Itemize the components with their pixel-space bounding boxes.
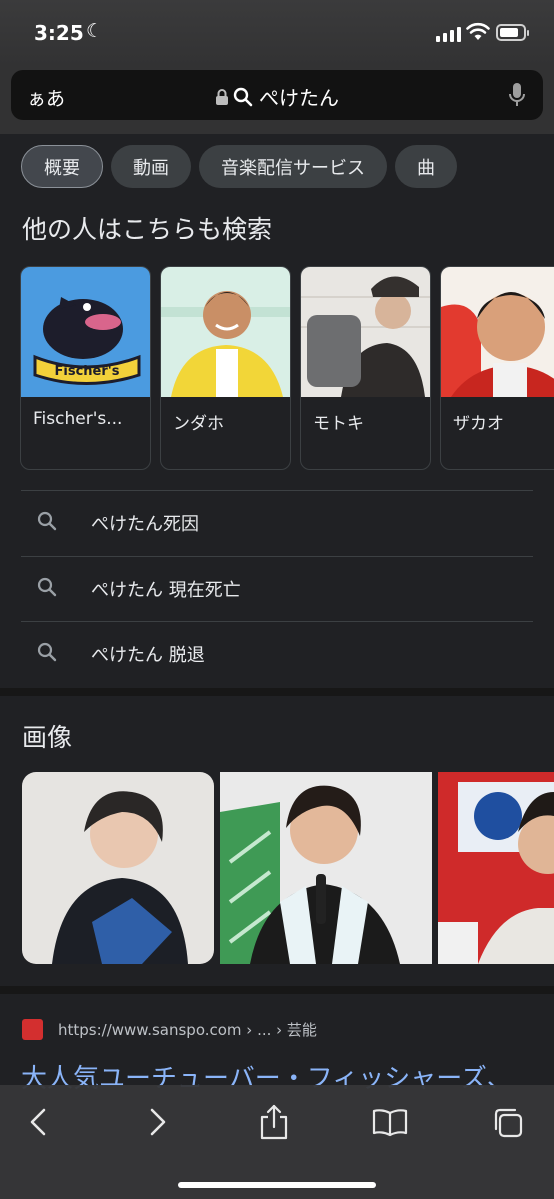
chip-songs[interactable]: 曲 bbox=[395, 145, 457, 188]
share-icon[interactable] bbox=[258, 1103, 290, 1141]
person-card[interactable]: ザカオ bbox=[440, 266, 554, 470]
moon-icon: ☾ bbox=[86, 20, 104, 42]
status-bar: 3:25 ☾ bbox=[0, 0, 554, 66]
microphone-icon[interactable] bbox=[509, 82, 525, 108]
people-carousel: Fischer's Fischer's... ンダホ モトキ ザカオ bbox=[20, 266, 554, 470]
person-photo bbox=[22, 772, 214, 964]
section-divider bbox=[0, 986, 554, 994]
bookmarks-icon[interactable] bbox=[372, 1107, 408, 1137]
tabs-icon[interactable] bbox=[492, 1107, 524, 1139]
related-searches: ぺけたん死因 ぺけたん 現在死亡 ぺけたん 脱退 bbox=[21, 490, 533, 687]
image-result[interactable] bbox=[220, 772, 432, 964]
search-filter-chips: 概要 動画 音楽配信サービス 曲 bbox=[21, 145, 457, 188]
wifi-icon bbox=[466, 22, 490, 40]
person-name: ンダホ bbox=[173, 414, 224, 434]
related-search-item[interactable]: ぺけたん死因 bbox=[21, 490, 533, 556]
section-divider bbox=[0, 688, 554, 696]
site-favicon bbox=[22, 1019, 43, 1040]
search-icon bbox=[233, 87, 253, 106]
result-url[interactable]: https://www.sanspo.com › ... › 芸能 bbox=[58, 1019, 317, 1040]
person-photo bbox=[220, 772, 432, 964]
browser-address-area: ぁあ ぺけたん bbox=[0, 66, 554, 134]
person-name: ザカオ bbox=[453, 414, 504, 434]
forward-icon[interactable] bbox=[146, 1107, 168, 1137]
search-icon bbox=[37, 512, 57, 531]
person-photo bbox=[301, 267, 430, 397]
battery-icon bbox=[496, 24, 529, 41]
fischers-logo-image: Fischer's bbox=[21, 267, 150, 397]
person-card[interactable]: Fischer's Fischer's... bbox=[20, 266, 151, 470]
person-name: モトキ bbox=[313, 414, 364, 434]
related-search-text: ぺけたん 現在死亡 bbox=[91, 579, 241, 601]
cellular-signal-icon bbox=[436, 26, 461, 42]
home-indicator bbox=[178, 1182, 376, 1188]
search-icon bbox=[37, 577, 57, 596]
svg-text:Fischer's: Fischer's bbox=[55, 364, 120, 379]
lock-icon bbox=[216, 88, 228, 105]
person-photo bbox=[161, 267, 290, 397]
related-search-text: ぺけたん 脱退 bbox=[91, 645, 205, 667]
image-carousel bbox=[22, 772, 554, 964]
image-result[interactable] bbox=[438, 772, 554, 964]
status-time: 3:25 bbox=[34, 21, 84, 45]
reader-settings-button[interactable]: ぁあ bbox=[27, 84, 65, 111]
person-photo bbox=[441, 267, 554, 397]
chip-videos[interactable]: 動画 bbox=[111, 145, 191, 188]
related-search-item[interactable]: ぺけたん 脱退 bbox=[21, 621, 533, 687]
chip-music-services[interactable]: 音楽配信サービス bbox=[199, 145, 387, 188]
chip-overview[interactable]: 概要 bbox=[21, 145, 103, 188]
search-icon bbox=[37, 643, 57, 662]
person-photo bbox=[438, 772, 554, 964]
person-card[interactable]: ンダホ bbox=[160, 266, 291, 470]
related-search-item[interactable]: ぺけたん 現在死亡 bbox=[21, 555, 533, 622]
image-result[interactable] bbox=[22, 772, 214, 964]
person-card[interactable]: モトキ bbox=[300, 266, 431, 470]
address-bar[interactable]: ぁあ ぺけたん bbox=[11, 70, 543, 120]
address-query: ぺけたん bbox=[259, 86, 339, 110]
person-name: Fischer's... bbox=[33, 409, 123, 429]
people-also-search-title: 他の人はこちらも検索 bbox=[22, 215, 273, 244]
back-icon[interactable] bbox=[28, 1107, 50, 1137]
images-section-title: 画像 bbox=[22, 723, 73, 752]
related-search-text: ぺけたん死因 bbox=[91, 514, 199, 536]
